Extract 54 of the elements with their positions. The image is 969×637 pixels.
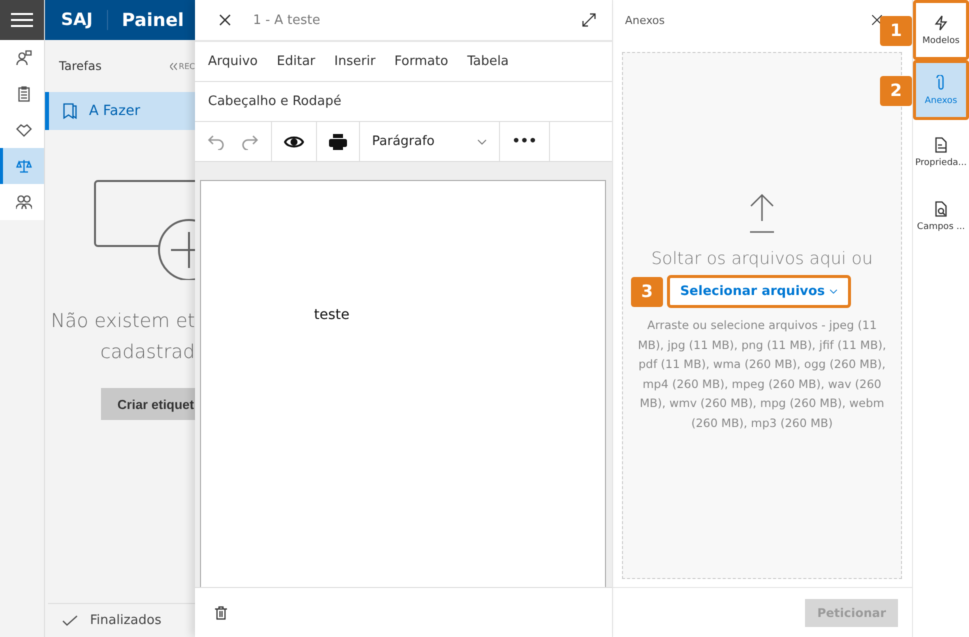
scales-icon xyxy=(16,158,32,174)
document-page[interactable]: teste xyxy=(200,180,606,587)
menu-item[interactable]: Cabeçalho e Rodapé xyxy=(195,94,348,109)
nav-item[interactable] xyxy=(0,40,44,76)
side-tab[interactable]: Modelos xyxy=(913,0,969,60)
document-title: 1 - A teste xyxy=(253,12,322,28)
document-search-icon xyxy=(933,200,949,216)
document-text: teste xyxy=(314,307,350,323)
nav-item[interactable] xyxy=(0,184,44,220)
nav-item[interactable] xyxy=(0,148,44,184)
page-title: Painel xyxy=(122,10,184,30)
expand-icon[interactable] xyxy=(582,13,596,27)
chevron-down-icon xyxy=(477,138,487,144)
panel-title: Tarefas xyxy=(59,59,102,73)
people-icon xyxy=(16,194,32,210)
logo: SAJ xyxy=(61,10,108,30)
eye-icon[interactable] xyxy=(284,134,304,148)
handshake-icon xyxy=(16,122,32,138)
panel-title: Anexos xyxy=(625,14,665,26)
person-icon xyxy=(16,50,32,66)
bookmark-icon xyxy=(63,103,77,119)
step-badge: 2 xyxy=(880,76,912,106)
step-badge: 3 xyxy=(631,276,664,306)
chevron-down-icon xyxy=(828,289,838,294)
file-types-hint: Arraste ou selecione arquivos - jpeg (11 MB), jpg (11 MB), png (11 MB), jfif (11 MB), pdf (11 MB), wma (260 MB), ogg (260 MB), mp4 (260 MB), mpeg (260 MB), wav (260 MB), wmv (260 MB), mpg (260 MB), webm (260 MB), mp3 (260 MB) xyxy=(636,317,888,432)
drop-zone[interactable] xyxy=(622,52,902,579)
lightning-icon xyxy=(933,14,949,30)
menu-item[interactable]: Formato xyxy=(381,54,454,69)
menu-item[interactable]: Editar xyxy=(264,54,322,69)
upload-icon xyxy=(749,193,775,233)
collapse-button[interactable]: REC xyxy=(170,62,195,70)
print-icon[interactable] xyxy=(329,134,347,150)
undo-icon[interactable] xyxy=(207,134,225,150)
close-icon[interactable] xyxy=(872,15,882,25)
redo-icon[interactable] xyxy=(241,134,259,150)
trash-icon[interactable] xyxy=(215,606,227,620)
menu-item[interactable]: Arquivo xyxy=(195,54,264,69)
create-tag-button[interactable]: Criar etiquet xyxy=(101,388,195,420)
select-files-button[interactable]: Selecionar arquivos xyxy=(667,275,851,308)
task-list-item[interactable]: A Fazer xyxy=(45,92,195,130)
menu-icon[interactable] xyxy=(0,0,44,40)
double-chevron-icon xyxy=(170,62,177,70)
check-icon xyxy=(62,614,78,626)
menu-item[interactable]: Inserir xyxy=(321,54,382,69)
menu-item[interactable]: Tabela xyxy=(454,54,515,69)
paragraph-select[interactable]: Parágrafo xyxy=(360,122,500,161)
close-icon[interactable] xyxy=(219,14,231,26)
clipboard-icon xyxy=(16,86,32,102)
empty-message: Não existem et cadastrad xyxy=(50,309,195,365)
document-icon xyxy=(933,136,949,152)
nav-item[interactable] xyxy=(0,112,44,148)
drop-text: Soltar os arquivos aqui ou xyxy=(651,249,873,269)
step-badge: 1 xyxy=(880,16,912,46)
more-button[interactable]: ••• xyxy=(500,122,550,161)
